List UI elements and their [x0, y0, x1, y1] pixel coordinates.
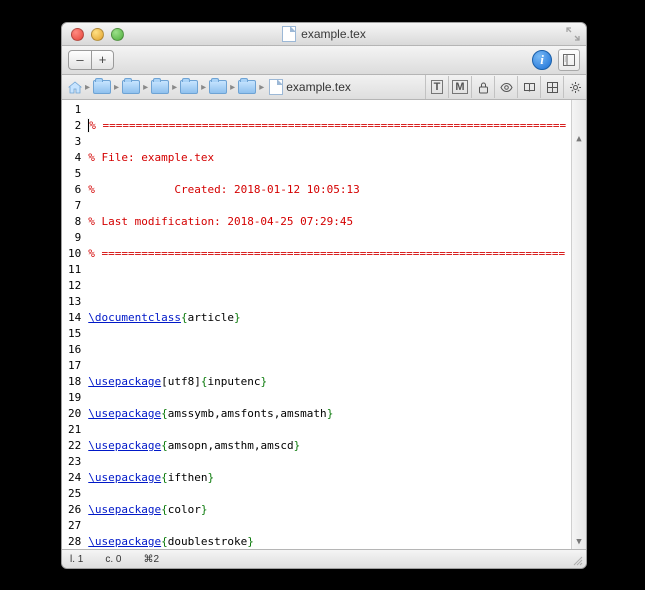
line-number: 4: [68, 150, 81, 166]
breadcrumb-folder[interactable]: [120, 78, 142, 96]
chevron-right-icon: ▸: [200, 82, 207, 93]
document-icon: [282, 26, 296, 42]
zoom-out-button[interactable]: –: [69, 51, 91, 69]
breadcrumb-folder[interactable]: [91, 78, 113, 96]
breadcrumb-filename: example.tex: [286, 80, 351, 94]
eye-icon[interactable]: [494, 76, 517, 98]
line-number: 11: [68, 262, 81, 278]
line-number: 19: [68, 390, 81, 406]
resize-handle-icon[interactable]: [571, 554, 583, 566]
line-number: 17: [68, 358, 81, 374]
zoom-control: – +: [68, 50, 114, 70]
line-number: 3: [68, 134, 81, 150]
toolbar-primary: – + i: [62, 46, 586, 75]
tool-m-button[interactable]: M: [448, 76, 471, 98]
minimize-icon[interactable]: [91, 28, 104, 41]
scroll-down-icon[interactable]: ▼: [572, 535, 586, 549]
zoom-icon[interactable]: [111, 28, 124, 41]
breadcrumb-folder[interactable]: [236, 78, 258, 96]
fullscreen-icon[interactable]: [566, 27, 580, 41]
line-number: 18: [68, 374, 81, 390]
line-number: 25: [68, 486, 81, 502]
line-number: 28: [68, 534, 81, 549]
title-text: example.tex: [301, 27, 366, 41]
window-title: example.tex: [62, 26, 586, 42]
code-editor[interactable]: 1234567891011121314151617181920212223242…: [62, 100, 586, 549]
chevron-right-icon: ▸: [142, 82, 149, 93]
breadcrumb-folder[interactable]: [178, 78, 200, 96]
line-number: 23: [68, 454, 81, 470]
close-icon[interactable]: [71, 28, 84, 41]
breadcrumb-folder[interactable]: [149, 78, 171, 96]
chevron-right-icon: ▸: [84, 82, 91, 93]
line-number: 24: [68, 470, 81, 486]
line-number: 21: [68, 422, 81, 438]
sidebar-toggle-button[interactable]: [558, 49, 580, 71]
line-number: 9: [68, 230, 81, 246]
folder-icon: [238, 80, 256, 94]
line-number: 10: [68, 246, 81, 262]
line-number: 26: [68, 502, 81, 518]
scroll-up-icon[interactable]: ▲: [572, 132, 586, 146]
line-number: 22: [68, 438, 81, 454]
chevron-right-icon: ▸: [258, 82, 265, 93]
status-column: c. 0: [105, 554, 121, 565]
traffic-lights: [71, 28, 124, 41]
chevron-right-icon: ▸: [171, 82, 178, 93]
editor-window: example.tex – + i ▸ ▸ ▸ ▸ ▸ ▸ ▸: [61, 22, 587, 569]
book-icon[interactable]: [517, 76, 540, 98]
folder-icon: [180, 80, 198, 94]
line-number: 20: [68, 406, 81, 422]
status-shortcut: ⌘2: [143, 554, 159, 565]
breadcrumb-file[interactable]: example.tex: [265, 78, 355, 96]
code-area[interactable]: % ======================================…: [84, 100, 586, 549]
breadcrumb-home[interactable]: [66, 78, 84, 96]
line-number: 8: [68, 214, 81, 230]
tool-t-button[interactable]: T: [426, 76, 448, 98]
line-number: 27: [68, 518, 81, 534]
zoom-in-button[interactable]: +: [91, 51, 113, 69]
line-number: 1: [68, 102, 81, 118]
grid-icon[interactable]: [540, 76, 563, 98]
line-number: 2: [68, 118, 81, 134]
folder-icon: [209, 80, 227, 94]
document-icon: [269, 79, 283, 95]
toolbar-tools: T M: [425, 75, 586, 99]
folder-icon: [122, 80, 140, 94]
chevron-right-icon: ▸: [229, 82, 236, 93]
line-number: 13: [68, 294, 81, 310]
titlebar[interactable]: example.tex: [62, 23, 586, 46]
line-number: 14: [68, 310, 81, 326]
gear-icon[interactable]: [563, 76, 586, 98]
line-gutter: 1234567891011121314151617181920212223242…: [62, 100, 84, 549]
line-number: 7: [68, 198, 81, 214]
line-number: 15: [68, 326, 81, 342]
vertical-scrollbar[interactable]: ▲ ▼: [571, 100, 586, 549]
status-line: l. 1: [70, 554, 83, 565]
line-number: 6: [68, 182, 81, 198]
breadcrumb-bar: ▸ ▸ ▸ ▸ ▸ ▸ ▸ example.tex T M: [62, 75, 586, 100]
info-button[interactable]: i: [532, 50, 552, 70]
line-number: 16: [68, 342, 81, 358]
folder-icon: [151, 80, 169, 94]
line-number: 5: [68, 166, 81, 182]
chevron-right-icon: ▸: [113, 82, 120, 93]
line-number: 12: [68, 278, 81, 294]
lock-icon[interactable]: [471, 76, 494, 98]
breadcrumb-folder[interactable]: [207, 78, 229, 96]
status-bar: l. 1 c. 0 ⌘2: [62, 549, 586, 568]
folder-icon: [93, 80, 111, 94]
